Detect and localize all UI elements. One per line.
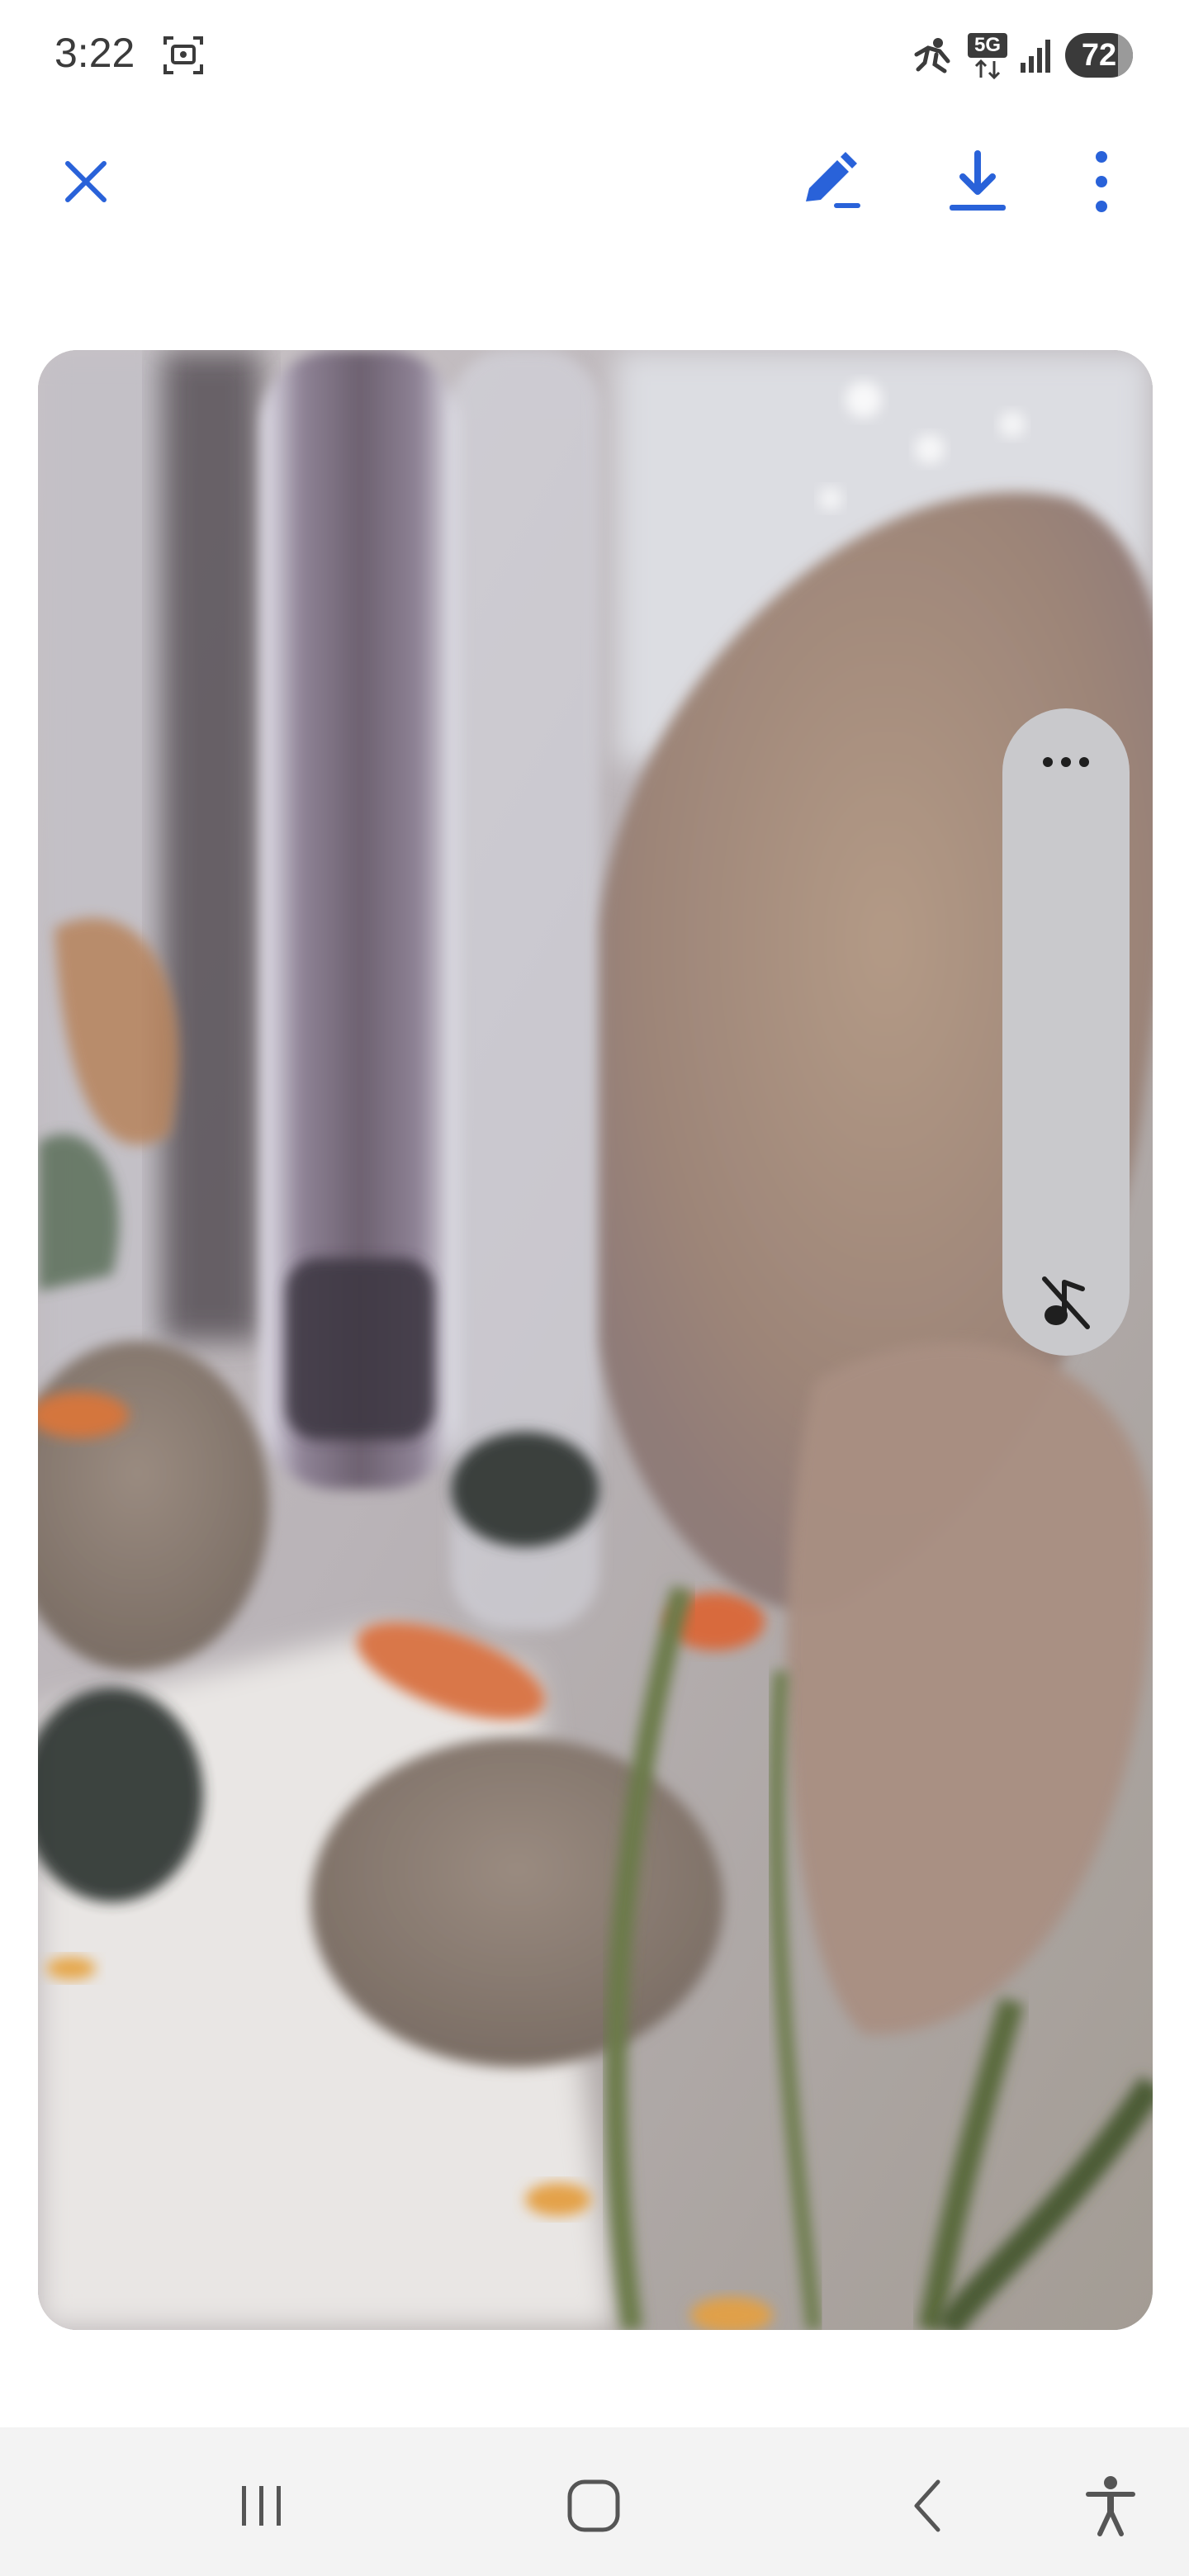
edit-button[interactable] bbox=[789, 140, 872, 223]
battery-level: 72 bbox=[1081, 38, 1117, 73]
battery-icon: 72 bbox=[1065, 33, 1133, 78]
signal-icon bbox=[1021, 40, 1050, 73]
home-icon bbox=[567, 2479, 620, 2532]
panel-more-button[interactable] bbox=[1025, 733, 1107, 791]
accessibility-icon bbox=[1086, 2476, 1135, 2536]
back-button[interactable] bbox=[882, 2460, 973, 2551]
download-icon bbox=[950, 150, 1006, 211]
screenshot-icon bbox=[163, 36, 203, 74]
video-side-panel bbox=[1002, 708, 1130, 1356]
media-preview[interactable] bbox=[38, 350, 1153, 2330]
more-vert-icon bbox=[1096, 151, 1107, 212]
aquarium-image bbox=[38, 350, 1153, 2330]
accessibility-button[interactable] bbox=[1065, 2460, 1156, 2551]
system-nav-bar bbox=[0, 2427, 1189, 2576]
more-horiz-icon bbox=[1043, 757, 1089, 767]
back-icon bbox=[914, 2479, 940, 2532]
network-label: 5G bbox=[968, 33, 1007, 58]
status-bar: 3:22 5G 72 bbox=[0, 0, 1189, 107]
more-options-button[interactable] bbox=[1060, 140, 1143, 223]
5g-icon: 5G bbox=[968, 33, 1007, 79]
edit-icon bbox=[806, 152, 860, 208]
music-off-icon bbox=[1042, 1276, 1090, 1329]
close-button[interactable] bbox=[45, 140, 127, 223]
recent-apps-icon bbox=[242, 2486, 281, 2526]
status-time: 3:22 bbox=[54, 30, 135, 76]
data-saver-icon bbox=[914, 38, 950, 73]
home-button[interactable] bbox=[548, 2460, 639, 2551]
close-icon bbox=[65, 161, 107, 202]
viewer-toolbar bbox=[0, 124, 1189, 239]
recent-apps-button[interactable] bbox=[216, 2460, 307, 2551]
mute-button[interactable] bbox=[1025, 1262, 1107, 1344]
download-button[interactable] bbox=[936, 140, 1019, 223]
